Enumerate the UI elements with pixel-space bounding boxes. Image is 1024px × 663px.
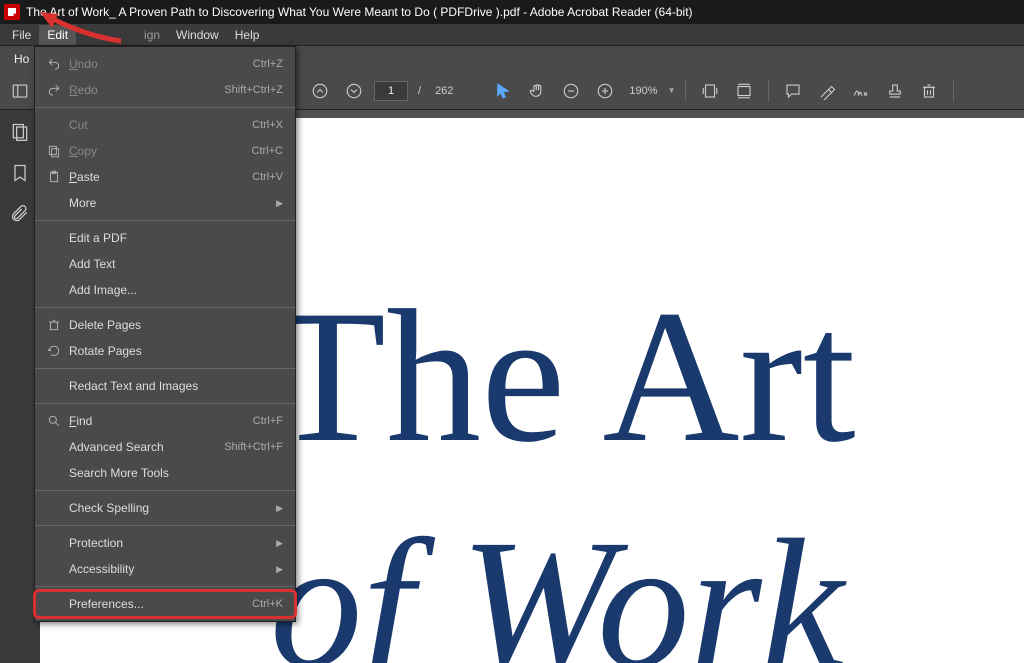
menu-undo[interactable]: Undo Ctrl+Z — [35, 51, 295, 77]
thumbnails-icon[interactable] — [10, 122, 30, 145]
menu-more[interactable]: More ▶ — [35, 190, 295, 216]
menu-check-spelling[interactable]: Check Spelling ▶ — [35, 495, 295, 521]
menu-delete-pages[interactable]: Delete Pages — [35, 312, 295, 338]
edit-menu-dropdown: Undo Ctrl+Z Redo Shift+Ctrl+Z Cut Ctrl+X… — [34, 46, 296, 622]
zoom-level[interactable]: 190% — [625, 85, 661, 97]
page-down-button[interactable] — [340, 77, 368, 105]
menu-help[interactable]: Help — [227, 25, 268, 45]
menu-redact[interactable]: Redact Text and Images — [35, 373, 295, 399]
zoom-out-button[interactable] — [557, 77, 585, 105]
redo-icon — [43, 83, 65, 97]
page-up-button[interactable] — [306, 77, 334, 105]
undo-icon — [43, 57, 65, 71]
menu-edit[interactable]: Edit — [39, 25, 76, 45]
fit-page-button[interactable] — [696, 77, 724, 105]
menu-redo[interactable]: Redo Shift+Ctrl+Z — [35, 77, 295, 103]
hand-tool-button[interactable] — [523, 77, 551, 105]
selection-tool-button[interactable] — [489, 77, 517, 105]
menu-accessibility[interactable]: Accessibility ▶ — [35, 556, 295, 582]
page-number-input[interactable] — [374, 81, 408, 101]
menu-edit-pdf[interactable]: Edit a PDF — [35, 225, 295, 251]
menu-preferences[interactable]: Preferences... Ctrl+K — [35, 591, 295, 617]
menu-cut[interactable]: Cut Ctrl+X — [35, 112, 295, 138]
rotate-icon — [43, 344, 65, 358]
menu-sign-partial[interactable]: ign — [136, 25, 168, 45]
copy-icon — [43, 144, 65, 158]
submenu-arrow-icon: ▶ — [276, 198, 283, 209]
submenu-arrow-icon: ▶ — [276, 503, 283, 514]
menu-rotate-pages[interactable]: Rotate Pages — [35, 338, 295, 364]
zoom-dropdown-icon[interactable]: ▼ — [668, 86, 676, 95]
bookmark-icon[interactable] — [10, 163, 30, 186]
sidebar-toggle-button[interactable] — [6, 77, 34, 105]
title-bar: The Art of Work_ A Proven Path to Discov… — [0, 0, 1024, 24]
fit-width-button[interactable] — [730, 77, 758, 105]
stamp-button[interactable] — [881, 77, 909, 105]
menu-paste[interactable]: Paste Ctrl+V — [35, 164, 295, 190]
comment-button[interactable] — [779, 77, 807, 105]
menu-protection[interactable]: Protection ▶ — [35, 530, 295, 556]
menu-copy[interactable]: Copy Ctrl+C — [35, 138, 295, 164]
page-total: 262 — [431, 85, 457, 97]
sign-button[interactable] — [847, 77, 875, 105]
menu-add-image[interactable]: Add Image... — [35, 277, 295, 303]
submenu-arrow-icon: ▶ — [276, 564, 283, 575]
zoom-in-button[interactable] — [591, 77, 619, 105]
doc-heading-line1: The Art — [270, 268, 856, 486]
menu-advanced-search[interactable]: Advanced Search Shift+Ctrl+F — [35, 434, 295, 460]
paste-icon — [43, 170, 65, 184]
delete-button[interactable] — [915, 77, 943, 105]
menu-file[interactable]: File — [4, 25, 39, 45]
page-separator: / — [414, 85, 425, 97]
menu-bar: File Edit ign Window Help — [0, 24, 1024, 46]
menu-search-tools[interactable]: Search More Tools — [35, 460, 295, 486]
trash-icon — [43, 318, 65, 332]
menu-add-text[interactable]: Add Text — [35, 251, 295, 277]
menu-window[interactable]: Window — [168, 25, 227, 45]
menu-find[interactable]: Find Ctrl+F — [35, 408, 295, 434]
doc-heading-line2: of Work — [270, 498, 844, 663]
window-title: The Art of Work_ A Proven Path to Discov… — [26, 5, 693, 19]
highlight-button[interactable] — [813, 77, 841, 105]
app-icon — [4, 4, 20, 20]
search-icon — [43, 414, 65, 428]
attachment-icon[interactable] — [10, 204, 30, 227]
submenu-arrow-icon: ▶ — [276, 538, 283, 549]
